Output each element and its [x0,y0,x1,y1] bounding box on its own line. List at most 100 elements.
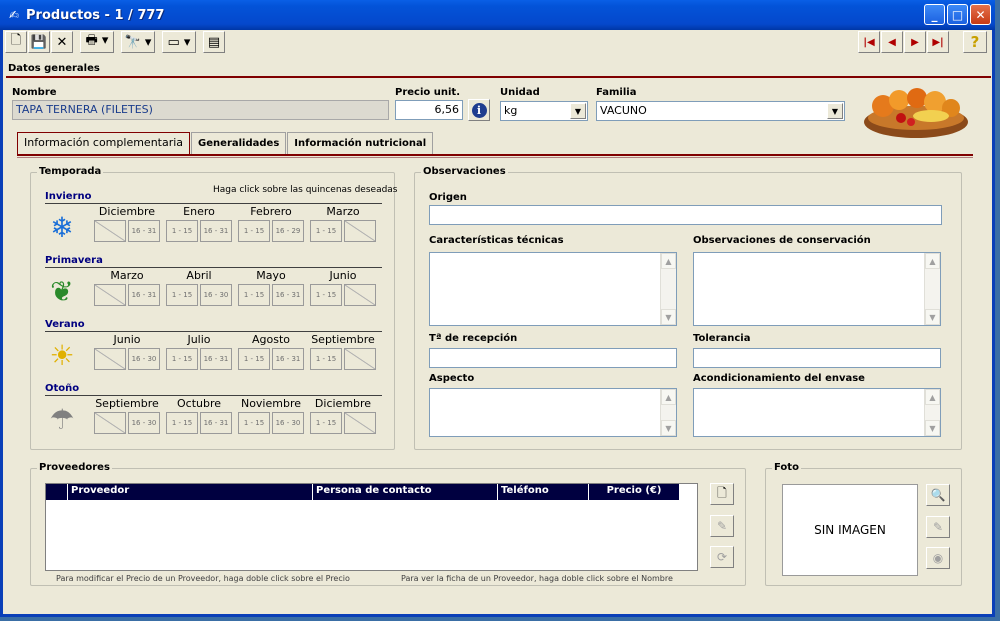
tab-informacion-complementaria[interactable]: Información complementaria [17,132,191,156]
tab-generalidades[interactable]: Generalidades [191,132,287,154]
quincena-cell[interactable]: 1 - 15 [166,284,198,306]
month-label: Marzo [326,205,360,218]
edit-foto-button[interactable]: ✎ [926,516,950,538]
new-icon[interactable]: 🗋 [5,31,27,53]
search-icon[interactable]: 🔭 ▾ [121,31,155,53]
month-label: Julio [187,333,211,346]
tab-informacion-nutricional[interactable]: Información nutricional [287,132,434,154]
quincena-cell[interactable]: 1 - 15 [310,348,342,370]
quincena-cell[interactable]: 16 - 30 [128,348,160,370]
origen-field[interactable] [429,205,942,225]
quincena-cell[interactable]: 16 - 31 [272,348,304,370]
familia-select[interactable]: VACUNO ▼ [596,101,845,121]
info-icon: i [471,102,487,118]
form-icon[interactable]: ▤ [203,31,225,53]
quincena-cell[interactable] [94,412,126,434]
quincena-cell[interactable]: 1 - 15 [238,220,270,242]
view-foto-button[interactable]: ◉ [926,547,950,569]
scrollbar[interactable]: ▲ ▼ [660,389,676,436]
quincena-cell[interactable]: 16 - 30 [200,284,232,306]
delete-icon[interactable]: ✕ [51,31,73,53]
help-button[interactable]: ? [963,31,987,53]
recepcion-field[interactable] [429,348,677,368]
maximize-button[interactable]: □ [947,4,968,25]
quincena-cell[interactable]: 1 - 15 [238,284,270,306]
season-name: Verano [45,319,85,330]
quincena-cell[interactable] [344,348,376,370]
column-header-contacto[interactable]: Persona de contacto [313,484,498,500]
conservacion-textarea[interactable]: ▲ ▼ [693,252,941,326]
quincena-cell[interactable]: 16 - 29 [272,220,304,242]
column-header-precio[interactable]: Precio (€) [589,484,680,500]
proveedores-table[interactable]: Proveedor Persona de contacto Teléfono P… [45,483,698,571]
origen-label: Origen [429,192,467,203]
scrollbar[interactable]: ▲ ▼ [924,253,940,325]
quincena-cell[interactable]: 16 - 31 [272,284,304,306]
quincena-cell[interactable] [344,412,376,434]
nombre-field[interactable]: TAPA TERNERA (FILETES) [12,100,389,120]
quincena-cell[interactable]: 1 - 15 [166,348,198,370]
quincena-cell[interactable]: 16 - 31 [128,284,160,306]
caracteristicas-label: Características técnicas [429,235,564,246]
envase-label: Acondicionamiento del envase [693,373,865,384]
search-icon: 🔍 [930,488,946,502]
info-button[interactable]: i [468,99,490,121]
season-name: Otoño [45,383,80,394]
minimize-button[interactable]: _ [924,4,945,25]
close-button[interactable]: ✕ [970,4,991,25]
next-record-button[interactable]: ▶ [904,31,926,53]
add-proveedor-button[interactable]: 🗋 [710,483,734,505]
quincena-cell[interactable] [94,348,126,370]
quincena-cell[interactable] [344,284,376,306]
precio-field[interactable]: 6,56 [395,100,463,120]
quincena-cell[interactable]: 16 - 31 [128,220,160,242]
month-label: Junio [113,333,141,346]
proveedores-title: Proveedores [37,462,112,473]
recepcion-label: Tª de recepción [429,333,518,344]
season-divider [45,267,382,268]
quincena-cell[interactable]: 16 - 31 [200,220,232,242]
quincena-cell[interactable]: 16 - 30 [272,412,304,434]
quincena-cell[interactable]: 1 - 15 [310,412,342,434]
unidad-label: Unidad [500,87,540,98]
save-icon[interactable]: 💾 [28,31,50,53]
quincena-cell[interactable]: 16 - 30 [128,412,160,434]
scrollbar[interactable]: ▲ ▼ [924,389,940,436]
column-header-proveedor[interactable]: Proveedor [68,484,313,500]
season-name: Invierno [45,191,92,202]
quincena-cell[interactable]: 16 - 31 [200,412,232,434]
quincena-cell[interactable] [94,284,126,306]
last-record-button[interactable]: ▶| [927,31,949,53]
quincena-cell[interactable]: 16 - 31 [200,348,232,370]
month-label: Febrero [250,205,292,218]
first-record-button[interactable]: |◀ [858,31,880,53]
edit-proveedor-button[interactable]: ✎ [710,515,734,537]
quincena-cell[interactable]: 1 - 15 [166,220,198,242]
prev-record-button[interactable]: ◀ [881,31,903,53]
quincena-cell[interactable] [344,220,376,242]
quincena-cell[interactable]: 1 - 15 [238,348,270,370]
column-header-telefono[interactable]: Teléfono [498,484,589,500]
scrollbar[interactable]: ▲ ▼ [660,253,676,325]
quincena-cell[interactable]: 1 - 15 [166,412,198,434]
refresh-proveedor-button[interactable]: ⟳ [710,546,734,568]
unidad-select[interactable]: kg ▼ [500,101,588,121]
tolerancia-field[interactable] [693,348,941,368]
caracteristicas-textarea[interactable]: ▲ ▼ [429,252,677,326]
chevron-down-icon[interactable]: ▼ [827,103,843,119]
quincena-cell[interactable]: 1 - 15 [310,220,342,242]
refresh-icon: ⟳ [716,550,728,564]
print-icon[interactable]: 🖶 ▾ [80,31,114,53]
search-foto-button[interactable]: 🔍 [926,484,950,506]
quincena-cell[interactable]: 1 - 15 [310,284,342,306]
chevron-down-icon[interactable]: ▼ [570,103,586,119]
foto-placeholder[interactable]: SIN IMAGEN [782,484,918,576]
month-label: Diciembre [314,397,372,410]
window-icon[interactable]: ▭ ▾ [162,31,196,53]
tolerancia-label: Tolerancia [693,333,751,344]
envase-textarea[interactable]: ▲ ▼ [693,388,941,437]
title-bar[interactable]: ✍ Productos - 1 / 777 _ □ ✕ [0,0,995,30]
aspecto-textarea[interactable]: ▲ ▼ [429,388,677,437]
quincena-cell[interactable]: 1 - 15 [238,412,270,434]
quincena-cell[interactable] [94,220,126,242]
